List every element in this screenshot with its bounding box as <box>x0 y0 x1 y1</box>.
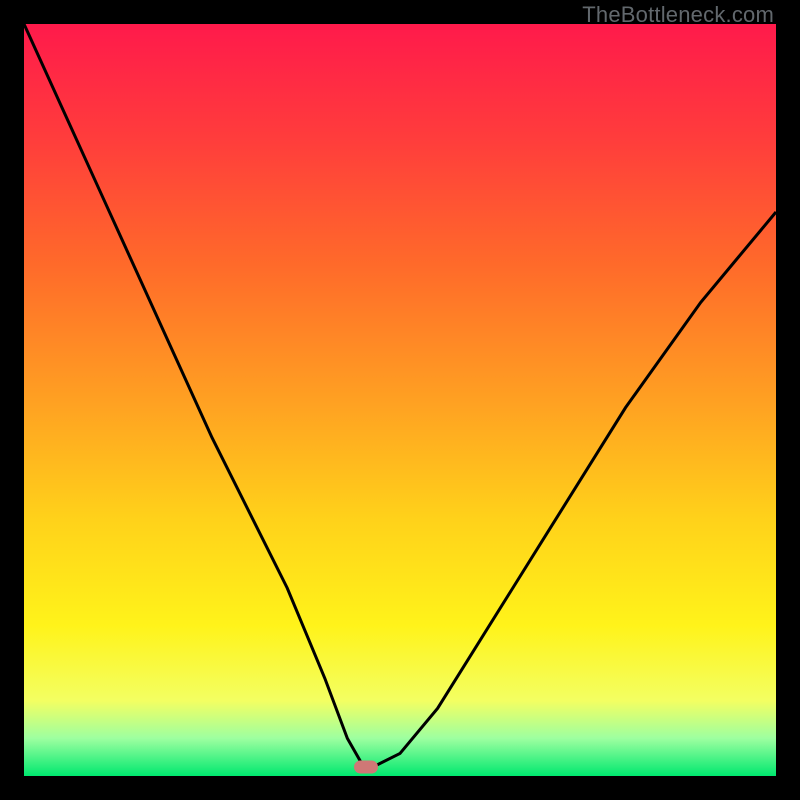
chart-frame <box>24 24 776 776</box>
optimum-marker <box>354 760 378 773</box>
watermark-text: TheBottleneck.com <box>582 2 774 28</box>
bottleneck-curve <box>24 24 776 776</box>
